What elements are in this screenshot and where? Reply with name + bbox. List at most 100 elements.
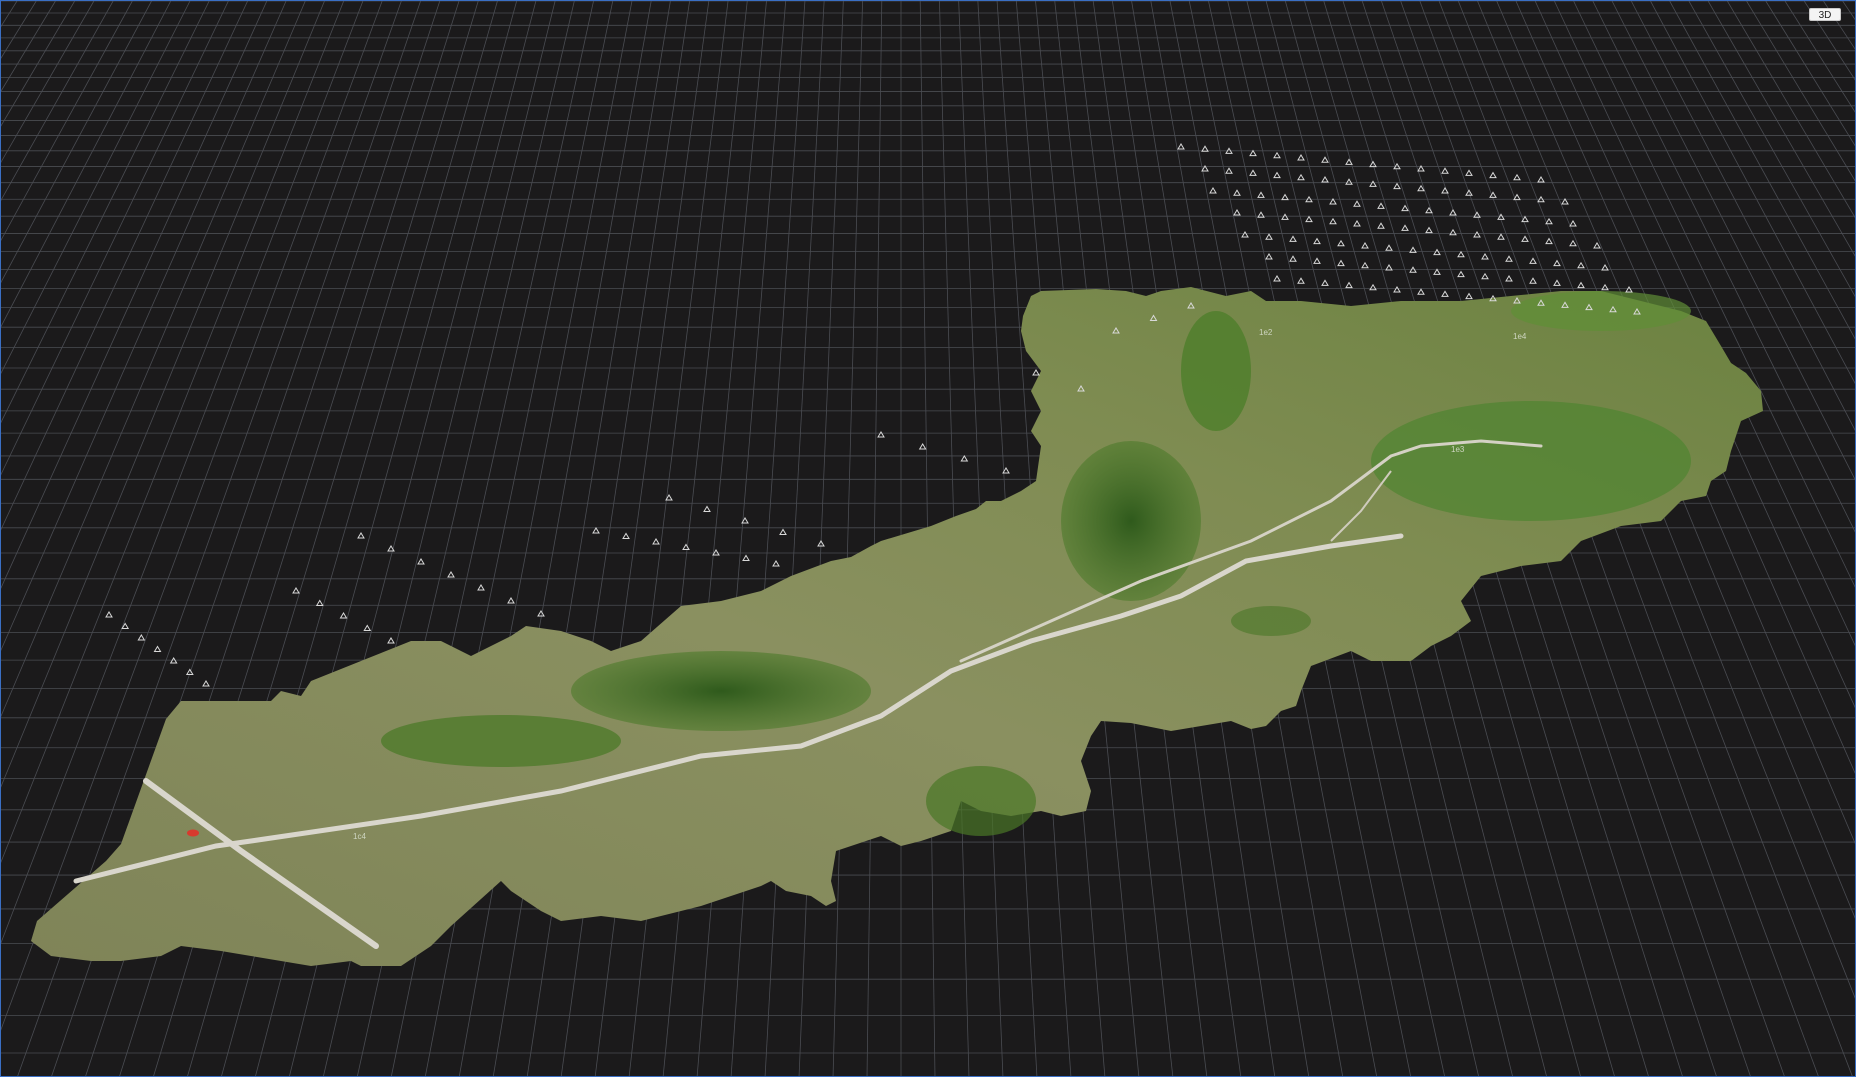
camera-position-icon[interactable] (1529, 257, 1537, 264)
camera-position-icon[interactable] (1297, 277, 1305, 284)
camera-position-icon[interactable] (918, 443, 927, 450)
camera-position-icon[interactable] (1425, 226, 1433, 234)
camera-position-icon[interactable] (1265, 233, 1273, 240)
camera-position-icon[interactable] (1177, 143, 1185, 150)
camera-position-icon[interactable] (1577, 261, 1585, 269)
camera-position-icon[interactable] (292, 587, 300, 594)
camera-position-icon[interactable] (363, 624, 372, 631)
3d-viewport[interactable]: 1c4 1e2 1e3 1e4 3D (0, 0, 1856, 1077)
camera-position-icon[interactable] (682, 543, 690, 550)
camera-position-icon[interactable] (1505, 275, 1513, 282)
camera-position-icon[interactable] (1505, 255, 1513, 262)
camera-position-icon[interactable] (1457, 250, 1465, 258)
camera-position-icon[interactable] (1281, 213, 1289, 220)
camera-position-icon[interactable] (1249, 169, 1257, 176)
camera-position-icon[interactable] (1577, 281, 1585, 289)
camera-position-icon[interactable] (1401, 224, 1409, 231)
camera-position-icon[interactable] (1561, 198, 1569, 205)
camera-position-icon[interactable] (1329, 217, 1337, 225)
camera-position-icon[interactable] (1032, 369, 1040, 376)
camera-position-icon[interactable] (703, 505, 711, 512)
camera-position-icon[interactable] (1553, 259, 1561, 267)
camera-position-icon[interactable] (1497, 233, 1505, 240)
camera-position-icon[interactable] (1209, 187, 1217, 194)
camera-position-icon[interactable] (652, 538, 660, 545)
camera-position-icon[interactable] (1353, 200, 1361, 207)
camera-position-icon[interactable] (1273, 171, 1281, 179)
camera-position-icon[interactable] (1337, 259, 1345, 267)
camera-position-icon[interactable] (1553, 279, 1561, 286)
camera-position-icon[interactable] (1241, 231, 1249, 238)
camera-position-icon[interactable] (1321, 279, 1329, 286)
camera-position-icon[interactable] (1265, 253, 1273, 260)
camera-position-icon[interactable] (1433, 268, 1441, 275)
camera-position-icon[interactable] (1337, 239, 1345, 247)
camera-position-icon[interactable] (1313, 237, 1321, 245)
camera-position-icon[interactable] (779, 528, 787, 535)
camera-position-icon[interactable] (1353, 220, 1361, 227)
camera-position-icon[interactable] (1233, 189, 1241, 196)
camera-position-icon[interactable] (1369, 180, 1377, 187)
camera-position-icon[interactable] (1513, 173, 1521, 181)
camera-position-icon[interactable] (1489, 171, 1497, 179)
camera-position-icon[interactable] (1601, 283, 1609, 291)
camera-position-icon[interactable] (417, 558, 425, 565)
camera-position-icon[interactable] (1449, 228, 1457, 236)
camera-position-icon[interactable] (1321, 156, 1329, 163)
camera-position-icon[interactable] (507, 597, 515, 604)
camera-position-icon[interactable] (1569, 220, 1577, 227)
camera-position-icon[interactable] (592, 527, 600, 534)
camera-position-icon[interactable] (1625, 286, 1633, 293)
camera-position-icon[interactable] (742, 554, 750, 561)
camera-position-icon[interactable] (477, 584, 485, 591)
camera-position-icon[interactable] (1569, 239, 1577, 247)
camera-position-icon[interactable] (1385, 244, 1393, 251)
camera-position-icon[interactable] (1457, 270, 1465, 278)
camera-position-icon[interactable] (1545, 237, 1553, 245)
camera-position-icon[interactable] (1545, 217, 1553, 225)
camera-position-icon[interactable] (202, 680, 210, 687)
camera-position-icon[interactable] (772, 560, 780, 567)
camera-position-icon[interactable] (1329, 198, 1337, 205)
camera-position-icon[interactable] (137, 634, 146, 641)
camera-position-icon[interactable] (1593, 242, 1601, 249)
camera-position-icon[interactable] (1481, 272, 1489, 280)
camera-position-icon[interactable] (1225, 167, 1233, 174)
camera-position-icon[interactable] (1305, 215, 1313, 223)
camera-position-icon[interactable] (1361, 242, 1369, 249)
camera-position-icon[interactable] (1441, 187, 1449, 194)
camera-position-icon[interactable] (1321, 176, 1329, 183)
camera-position-icon[interactable] (1377, 202, 1385, 209)
camera-position-icon[interactable] (1313, 257, 1321, 264)
camera-position-icon[interactable] (1297, 173, 1305, 181)
camera-position-icon[interactable] (1401, 204, 1409, 212)
camera-position-icon[interactable] (1369, 283, 1377, 291)
camera-position-icon[interactable] (1273, 151, 1281, 159)
camera-position-icon[interactable] (1473, 231, 1481, 238)
camera-position-icon[interactable] (447, 571, 455, 578)
camera-position-icon[interactable] (1529, 277, 1537, 284)
camera-position-icon[interactable] (1257, 191, 1265, 198)
3d-scene[interactable]: 1c4 1e2 1e3 1e4 (1, 1, 1856, 1077)
camera-position-icon[interactable] (960, 455, 969, 462)
camera-position-icon[interactable] (1361, 261, 1369, 269)
camera-position-icon[interactable] (1289, 255, 1297, 262)
camera-position-icon[interactable] (1465, 292, 1473, 300)
camera-position-icon[interactable] (1273, 275, 1281, 282)
camera-position-icon[interactable] (1289, 235, 1297, 242)
camera-position-icon[interactable] (1345, 178, 1353, 185)
camera-position-icon[interactable] (537, 610, 545, 617)
camera-position-icon[interactable] (1297, 154, 1305, 161)
camera-position-icon[interactable] (153, 645, 162, 652)
camera-position-icon[interactable] (622, 532, 630, 539)
camera-position-icon[interactable] (357, 532, 365, 539)
camera-position-icon[interactable] (315, 599, 324, 606)
camera-position-icon[interactable] (1465, 169, 1473, 176)
camera-position-icon[interactable] (387, 637, 395, 644)
camera-position-icon[interactable] (1521, 235, 1529, 242)
camera-position-icon[interactable] (1377, 222, 1385, 229)
camera-position-icon[interactable] (1481, 253, 1489, 260)
camera-position-icon[interactable] (1441, 290, 1449, 297)
camera-position-icon[interactable] (1393, 182, 1401, 190)
camera-position-icon[interactable] (1537, 176, 1545, 183)
